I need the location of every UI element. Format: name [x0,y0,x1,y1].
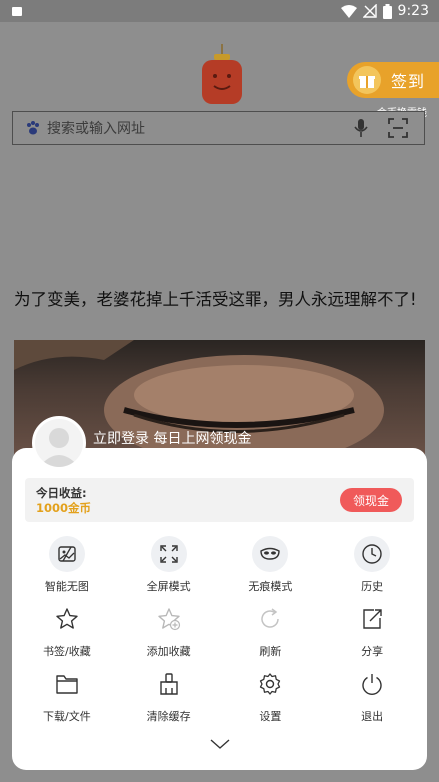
incognito-mask-icon [252,536,289,572]
folder-icon [49,666,85,702]
search-input[interactable]: 搜索或输入网址 [47,118,352,138]
avatar[interactable] [32,416,86,470]
chevron-down-icon[interactable] [209,738,231,750]
menu-item-refresh[interactable]: 刷新 [220,597,322,662]
menu-item-label: 历史 [361,580,384,593]
broom-icon [151,666,187,702]
mascot-logo [202,44,242,104]
gift-icon [353,66,381,94]
search-bar[interactable]: 搜索或输入网址 [12,111,425,145]
menu-item-label: 清除缓存 [146,710,191,723]
clock-icon [354,536,391,572]
wifi-icon [340,4,357,18]
menu-item-label: 退出 [361,710,384,723]
microphone-icon[interactable] [352,118,370,138]
menu-item-incognito[interactable]: 无痕模式 [220,532,322,597]
menu-item-no-image[interactable]: 智能无图 [16,532,118,597]
menu-item-exit[interactable]: 退出 [321,662,423,727]
menu-item-label: 无痕模式 [248,580,293,593]
notification-icon [12,7,22,16]
menu-item-label: 书签/收藏 [43,645,91,658]
menu-item-share[interactable]: 分享 [321,597,423,662]
menu-item-bookmarks[interactable]: 书签/收藏 [16,597,118,662]
menu-item-label: 全屏模式 [146,580,191,593]
no-image-icon [48,536,85,572]
menu-item-add-bookmark[interactable]: 添加收藏 [118,597,220,662]
battery-icon [382,3,392,19]
power-icon [354,666,390,702]
status-time: 9:23 [397,3,429,19]
status-bar: 9:23 [0,0,439,22]
signin-button[interactable]: 签到 [347,62,439,98]
refresh-icon [252,601,288,637]
menu-item-downloads[interactable]: 下载/文件 [16,662,118,727]
menu-item-clear-cache[interactable]: 清除缓存 [118,662,220,727]
menu-grid: 智能无图 全屏模式 无痕模式 历史 书签/收藏 添加收藏 刷新 分享 下载/文件… [16,532,423,727]
login-prompt[interactable]: 立即登录 每日上网领现金 [93,428,251,448]
menu-item-fullscreen[interactable]: 全屏模式 [118,532,220,597]
cash-button[interactable]: 领现金 [340,488,402,512]
no-signal-icon [362,4,377,18]
signin-label: 签到 [391,72,426,91]
menu-item-label: 刷新 [259,645,282,658]
menu-item-label: 智能无图 [44,580,89,593]
earnings-value: 1000金币 [36,501,92,515]
menu-item-settings[interactable]: 设置 [220,662,322,727]
menu-item-label: 下载/文件 [43,710,91,723]
gear-icon [252,666,288,702]
star-icon [49,601,85,637]
menu-item-history[interactable]: 历史 [321,532,423,597]
news-headline[interactable]: 为了变美，老婆花掉上千活受这罪，男人永远理解不了! [14,288,424,312]
fullscreen-icon [150,536,187,572]
baidu-paw-icon [27,121,39,135]
earnings-panel: 今日收益: 1000金币 领现金 [25,478,414,522]
menu-item-label: 添加收藏 [146,645,191,658]
menu-item-label: 分享 [361,645,384,658]
menu-item-label: 设置 [259,710,282,723]
star-add-icon [151,601,187,637]
share-icon [354,601,390,637]
scan-icon[interactable] [388,118,408,138]
earnings-title: 今日收益: [36,486,87,500]
